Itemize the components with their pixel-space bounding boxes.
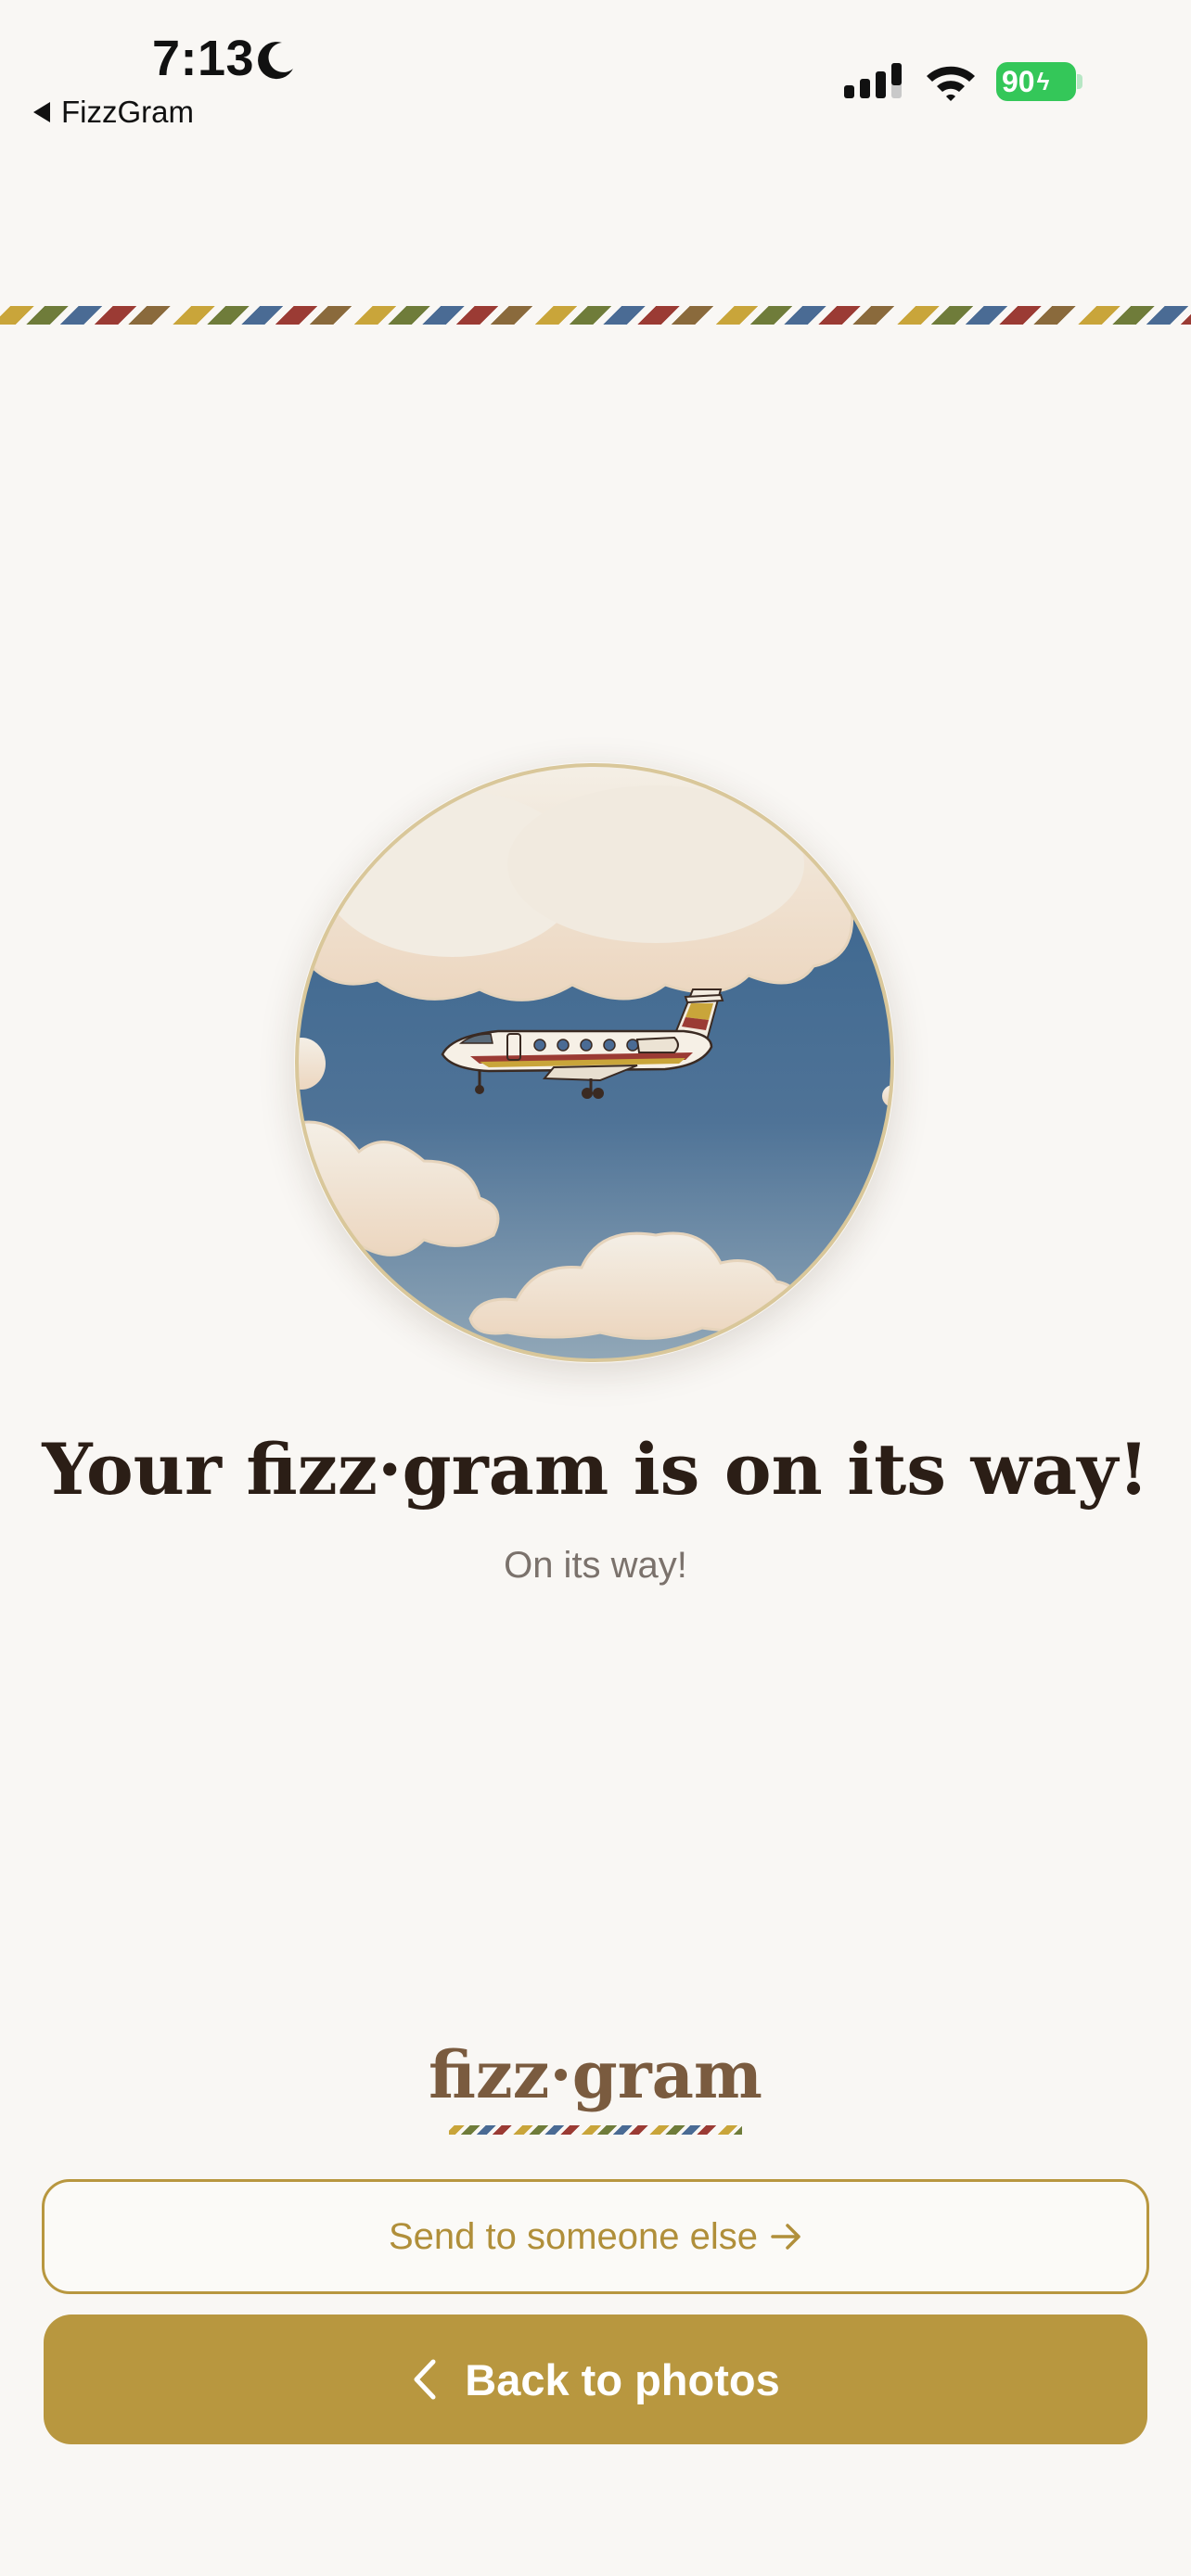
back-triangle-icon [33,102,50,122]
logo-airmail-stripe [449,2125,742,2135]
send-to-someone-else-label: Send to someone else [388,2215,759,2257]
confirmation-subhead: On its way! [504,1545,687,1586]
status-time: 7:13 [152,31,255,86]
charging-bolt-icon: ϟ [1036,67,1050,96]
status-bar: 7:13 FizzGram 90 ϟ [0,0,1191,139]
back-to-photos-button[interactable]: Back to photos [44,2315,1147,2444]
back-to-app-link[interactable]: FizzGram [33,95,194,130]
send-to-someone-else-button[interactable]: Send to someone else [42,2179,1149,2294]
wifi-icon [927,66,975,101]
airplane-in-clouds-image [295,763,894,1362]
battery-indicator: 90 ϟ [996,62,1076,101]
airmail-stripe-divider [0,306,1191,325]
fizzgram-logo: fizz·gram [428,2036,762,2113]
battery-percent: 90 [1002,64,1035,98]
cellular-signal-icon [844,63,902,98]
arrow-right-icon [771,2224,800,2250]
confirmation-headline: Your fizz·gram is on its way! [42,1428,1149,1511]
back-app-label: FizzGram [61,95,194,129]
chevron-left-icon [414,2359,436,2400]
battery-cap [1077,74,1082,89]
back-to-photos-label: Back to photos [465,2354,780,2404]
airplane-illustration [294,762,895,1363]
moon-icon [258,42,293,80]
